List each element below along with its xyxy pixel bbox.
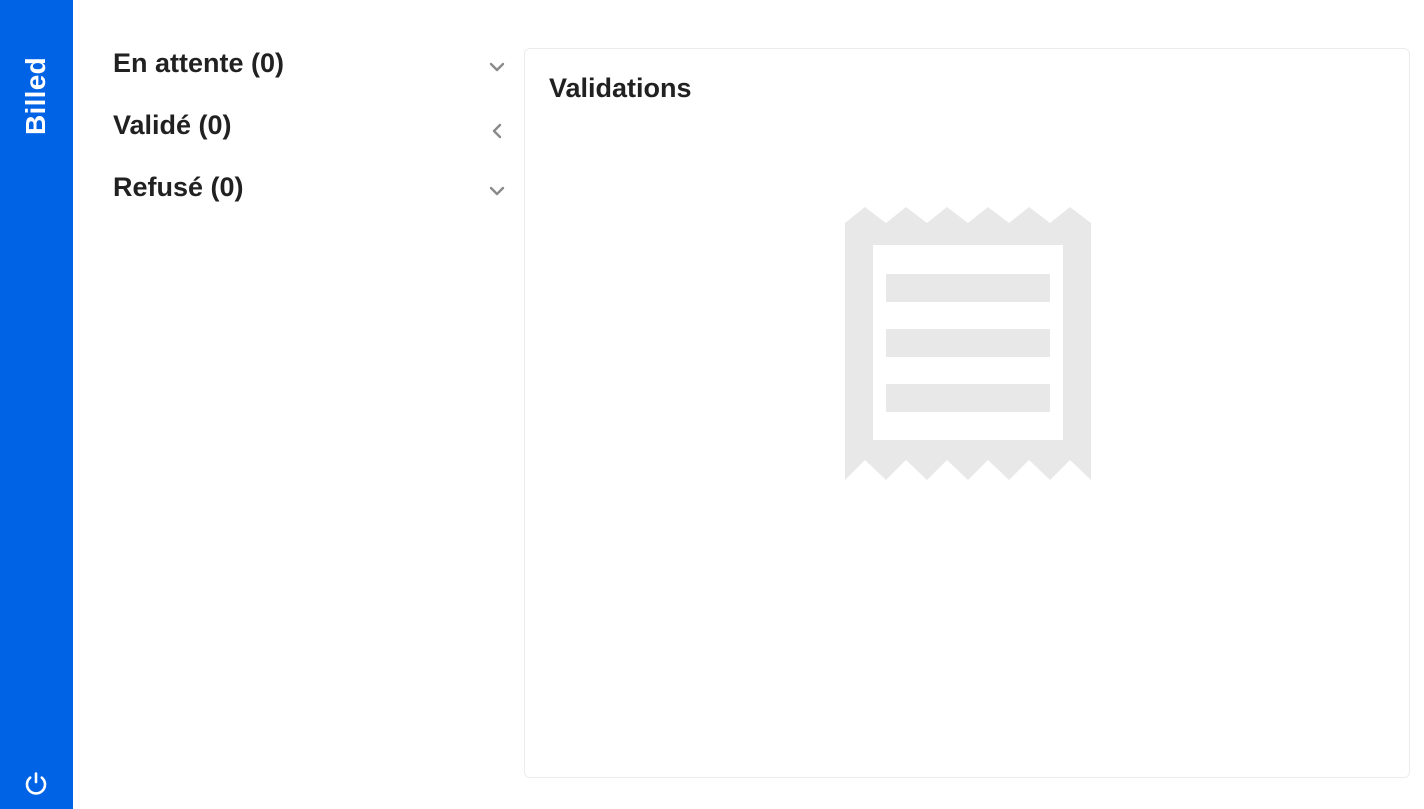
status-label-refused: Refusé (0): [113, 172, 244, 202]
chevron-left-icon[interactable]: [486, 120, 508, 142]
status-label-pending: En attente (0): [113, 48, 285, 78]
power-icon[interactable]: [22, 769, 50, 797]
sidebar: Billed: [0, 0, 73, 809]
status-list: En attente (0) Validé (0) Refusé (0): [113, 44, 508, 230]
chevron-down-icon[interactable]: [486, 180, 508, 202]
validations-panel: Validations: [524, 48, 1410, 778]
status-item-refused[interactable]: Refusé (0): [113, 168, 508, 230]
status-label-accepted: Validé (0): [113, 110, 232, 140]
panel-title: Validations: [549, 73, 692, 103]
receipt-icon: [845, 207, 1091, 480]
logout-button[interactable]: [22, 769, 50, 797]
status-item-accepted[interactable]: Validé (0): [113, 106, 508, 168]
chevron-down-icon[interactable]: [486, 56, 508, 78]
brand-logo: Billed: [20, 56, 51, 136]
status-item-pending[interactable]: En attente (0): [113, 44, 508, 106]
